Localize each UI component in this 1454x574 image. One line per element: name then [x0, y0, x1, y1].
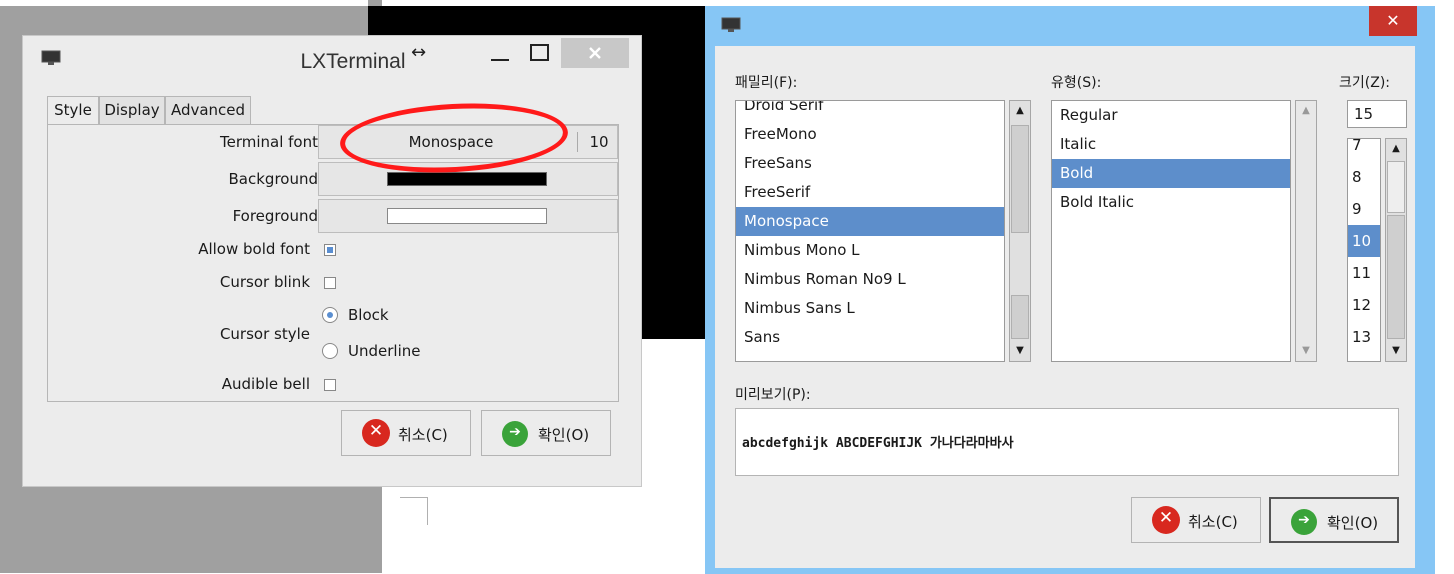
list-item[interactable]: Nimbus Mono L — [736, 236, 1004, 265]
cursor-style-underline-label: Underline — [348, 342, 421, 360]
cursor-style-block-label: Block — [348, 306, 389, 324]
audible-bell-label: Audible bell — [221, 375, 310, 393]
scroll-up-icon[interactable]: ▲ — [1296, 105, 1316, 116]
style-list: Regular Italic Bold Bold Italic — [1051, 100, 1291, 362]
list-item[interactable]: Nimbus Roman No9 L — [736, 265, 1004, 294]
preview-header: 미리보기(P): — [735, 387, 811, 403]
ok-icon — [1291, 509, 1317, 535]
cancel-button[interactable]: 취소(C) — [341, 410, 471, 456]
maximize-icon[interactable] — [529, 42, 551, 64]
list-item[interactable]: Droid Serif — [736, 101, 1004, 120]
scroll-track-lower[interactable] — [1387, 215, 1405, 339]
window-title: LXTerminal — [300, 50, 406, 73]
corner-marker — [400, 497, 428, 525]
font-chooser-body: 패밀리(F): 유형(S): 크기(Z): Droid Serif FreeMo… — [715, 46, 1415, 568]
size-input[interactable]: 15 — [1347, 100, 1407, 128]
title-bar[interactable]: LXTerminal ↔ — [23, 36, 641, 84]
scroll-thumb[interactable] — [1011, 125, 1029, 233]
list-item[interactable]: 9 — [1348, 193, 1380, 225]
cancel-label: 취소(C) — [1188, 513, 1238, 531]
allow-bold-label: Allow bold font — [198, 240, 310, 258]
cursor-style-label: Cursor style — [219, 325, 310, 343]
list-item-selected[interactable]: Monospace — [736, 207, 1004, 236]
style-scrollbar[interactable]: ▲ ▼ — [1295, 100, 1317, 362]
terminal-app-icon — [41, 50, 61, 65]
background-label: Background — [228, 170, 319, 188]
list-item[interactable]: 12 — [1348, 289, 1380, 321]
terminal-font-label: Terminal font — [219, 133, 318, 151]
list-item[interactable]: FreeMono — [736, 120, 1004, 149]
size-scrollbar[interactable]: ▲ ▼ — [1385, 138, 1407, 362]
family-header: 패밀리(F): — [735, 75, 798, 91]
preview-box: abcdefghijk ABCDEFGHIJK 가나다라마바사 — [735, 408, 1399, 476]
move-icon[interactable]: ↔ — [411, 42, 426, 63]
audible-bell-checkbox[interactable] — [324, 379, 336, 391]
scroll-thumb-lower[interactable] — [1011, 295, 1029, 339]
scroll-thumb[interactable] — [1387, 161, 1405, 213]
list-item[interactable]: 8 — [1348, 161, 1380, 193]
foreground-label: Foreground — [232, 207, 318, 225]
close-icon — [589, 47, 601, 59]
close-button[interactable] — [561, 38, 629, 68]
minimize-icon[interactable] — [489, 42, 511, 64]
foreground-color-swatch — [387, 208, 547, 224]
list-item[interactable]: FreeSans — [736, 149, 1004, 178]
cancel-label: 취소(C) — [398, 426, 448, 444]
terminal-app-icon — [721, 17, 741, 32]
tab-advanced[interactable]: Advanced — [165, 96, 251, 124]
ok-icon — [502, 421, 528, 447]
list-item-selected[interactable]: Bold — [1052, 159, 1290, 188]
allow-bold-checkbox[interactable] — [324, 244, 336, 256]
cancel-icon — [1152, 506, 1180, 534]
family-list: Droid Serif FreeMono FreeSans FreeSerif … — [735, 100, 1005, 362]
list-item[interactable]: 7 — [1348, 139, 1380, 161]
scroll-down-icon[interactable]: ▼ — [1386, 345, 1406, 356]
scroll-up-icon[interactable]: ▲ — [1010, 105, 1030, 116]
font-chooser-window: ✕ 패밀리(F): 유형(S): 크기(Z): Droid Serif Free… — [705, 6, 1435, 574]
style-panel: Terminal font Monospace 10 Background Fo… — [47, 124, 619, 402]
scroll-down-icon[interactable]: ▼ — [1296, 345, 1316, 356]
ok-label: 확인(O) — [538, 426, 590, 444]
ok-label: 확인(O) — [1327, 514, 1379, 532]
ok-button[interactable]: 확인(O) — [481, 410, 611, 456]
list-item[interactable]: Sans — [736, 323, 1004, 352]
cursor-style-block-radio[interactable] — [322, 307, 338, 323]
scroll-down-icon[interactable]: ▼ — [1010, 345, 1030, 356]
list-item[interactable]: 13 — [1348, 321, 1380, 353]
desktop-top-strip — [0, 0, 368, 6]
separator — [577, 132, 578, 152]
close-icon: ✕ — [1386, 11, 1400, 30]
scroll-up-icon[interactable]: ▲ — [1386, 143, 1406, 154]
cursor-blink-label: Cursor blink — [219, 273, 310, 291]
family-scrollbar[interactable]: ▲ ▼ — [1009, 100, 1031, 362]
cancel-icon — [362, 419, 390, 447]
size-list: 7 8 9 10 11 12 13 — [1347, 138, 1381, 362]
list-item[interactable]: Italic — [1052, 130, 1290, 159]
list-item[interactable]: Regular — [1052, 101, 1290, 130]
list-item[interactable]: FreeSerif — [736, 178, 1004, 207]
list-item[interactable]: Nimbus Sans L — [736, 294, 1004, 323]
cursor-blink-checkbox[interactable] — [324, 277, 336, 289]
size-header: 크기(Z): — [1339, 75, 1390, 91]
ok-button[interactable]: 확인(O) — [1269, 497, 1399, 543]
list-item[interactable]: 11 — [1348, 257, 1380, 289]
tab-display[interactable]: Display — [99, 96, 165, 124]
style-header: 유형(S): — [1051, 75, 1102, 91]
foreground-color-button[interactable] — [318, 199, 618, 233]
list-item-selected[interactable]: 10 — [1348, 225, 1380, 257]
cursor-style-underline-radio[interactable] — [322, 343, 338, 359]
tab-style[interactable]: Style — [47, 96, 99, 126]
font-size: 10 — [589, 133, 609, 151]
list-item[interactable]: Bold Italic — [1052, 188, 1290, 217]
preview-text: abcdefghijk ABCDEFGHIJK 가나다라마바사 — [742, 436, 1014, 451]
close-button[interactable]: ✕ — [1369, 6, 1417, 36]
background-color-swatch — [387, 172, 547, 186]
cancel-button[interactable]: 취소(C) — [1131, 497, 1261, 543]
lxterminal-preferences-window: LXTerminal ↔ Style Display Advanced Term… — [22, 35, 642, 487]
